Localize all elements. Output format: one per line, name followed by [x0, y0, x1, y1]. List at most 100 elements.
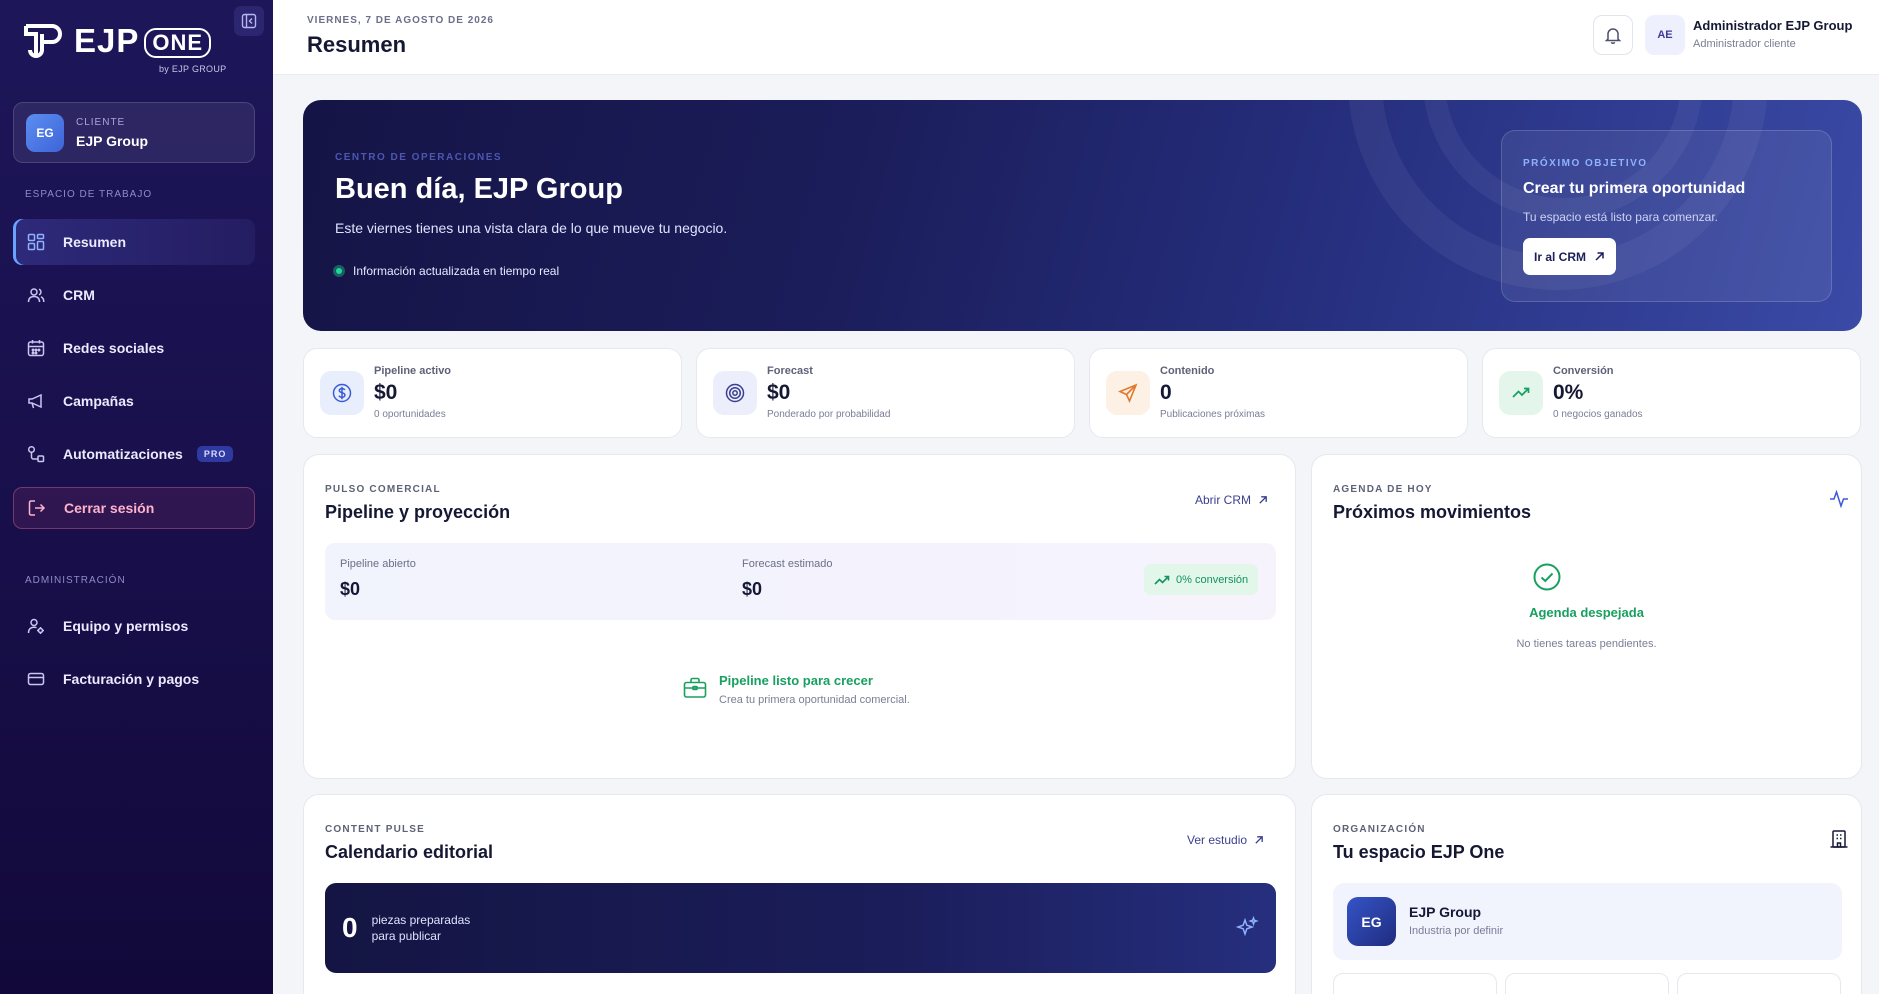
- brand-name: EJP ONE: [74, 22, 212, 60]
- pipeline-summary: Pipeline abierto $0 Forecast estimado $0…: [325, 543, 1276, 620]
- dollar-icon: [320, 371, 364, 415]
- page-title: Resumen: [307, 32, 407, 57]
- stat-label: Conversión: [1553, 365, 1614, 377]
- editorial-card: CONTENT PULSE Calendario editorial Ver e…: [303, 794, 1296, 994]
- organization-name: EJP Group: [1409, 904, 1482, 920]
- forecast-estimate-value: $0: [742, 579, 763, 599]
- user-name[interactable]: Administrador EJP Group: [1693, 18, 1852, 33]
- sidebar-item-resumen[interactable]: Resumen: [13, 219, 255, 265]
- target-icon: [713, 371, 757, 415]
- stat-card-contenido[interactable]: Contenido 0 Publicaciones próximas: [1089, 348, 1468, 438]
- next-objective-card: PRÓXIMO OBJETIVO Crear tu primera oportu…: [1501, 130, 1832, 302]
- organization-card: ORGANIZACIÓN Tu espacio EJP One EG EJP G…: [1311, 794, 1862, 994]
- pipeline-card: PULSO COMERCIAL Pipeline y proyección Ab…: [303, 454, 1296, 779]
- editorial-count: 0: [342, 912, 358, 943]
- collapse-sidebar-button[interactable]: [234, 6, 264, 36]
- organization-eyebrow: ORGANIZACIÓN: [1333, 824, 1426, 835]
- stat-value: 0: [1160, 381, 1172, 404]
- pipeline-empty-state: Pipeline listo para crecer Crea tu prime…: [683, 673, 910, 706]
- stat-card-forecast[interactable]: Forecast $0 Ponderado por probabilidad: [696, 348, 1075, 438]
- trending-up-icon: [1154, 575, 1170, 585]
- open-pipeline-label: Pipeline abierto: [340, 558, 416, 570]
- sidebar-item-campanas[interactable]: Campañas: [13, 378, 255, 424]
- organization-metric-card: [1333, 973, 1497, 994]
- sidebar-item-facturacion-pagos[interactable]: Facturación y pagos: [13, 656, 255, 702]
- stat-subtext: Ponderado por probabilidad: [767, 409, 891, 420]
- sidebar-item-crm[interactable]: CRM: [13, 272, 255, 318]
- sidebar-item-equipo-permisos[interactable]: Equipo y permisos: [13, 603, 255, 649]
- grid-icon: [26, 232, 46, 252]
- client-avatar: EG: [26, 113, 64, 152]
- view-studio-link[interactable]: Ver estudio: [1187, 833, 1264, 847]
- sidebar-item-label: Facturación y pagos: [63, 671, 200, 687]
- next-objective-eyebrow: PRÓXIMO OBJETIVO: [1523, 158, 1648, 169]
- next-objective-title: Crear tu primera oportunidad: [1523, 180, 1746, 197]
- editorial-eyebrow: CONTENT PULSE: [325, 824, 426, 835]
- stat-card-conversion[interactable]: Conversión 0% 0 negocios ganados: [1482, 348, 1861, 438]
- pipeline-empty-subtitle: Crea tu primera oportunidad comercial.: [719, 694, 910, 706]
- editorial-count-label: piezas preparadas para publicar: [371, 913, 471, 943]
- open-crm-link[interactable]: Abrir CRM: [1195, 493, 1268, 507]
- agenda-empty-subtitle: No tienes tareas pendientes.: [1516, 638, 1657, 650]
- brand-logo[interactable]: EJP ONE: [22, 20, 212, 62]
- hero-banner: CENTRO DE OPERACIONES Buen día, EJP Grou…: [303, 100, 1862, 331]
- pro-badge: PRO: [196, 446, 234, 462]
- ejp-logo-icon: [24, 24, 62, 58]
- agenda-card: AGENDA DE HOY Próximos movimientos Agend…: [1311, 454, 1862, 779]
- top-bar: VIERNES, 7 DE AGOSTO DE 2026 Resumen AE …: [273, 0, 1879, 75]
- client-label: CLIENTE: [76, 116, 126, 128]
- organization-summary[interactable]: EG EJP Group Industria por definir: [1333, 883, 1842, 960]
- go-to-crm-button[interactable]: Ir al CRM: [1523, 238, 1617, 275]
- logout-button[interactable]: Cerrar sesión: [13, 487, 255, 529]
- sidebar-item-label: Redes sociales: [63, 340, 165, 356]
- sidebar-item-label: Resumen: [63, 234, 127, 250]
- arrow-up-right-icon: [1595, 252, 1604, 261]
- organization-metric-card: [1677, 973, 1841, 994]
- current-date: VIERNES, 7 DE AGOSTO DE 2026: [307, 15, 494, 26]
- sidebar-item-label: Equipo y permisos: [63, 618, 189, 634]
- editorial-summary: 0 piezas preparadas para publicar: [325, 883, 1276, 973]
- stat-card-pipeline[interactable]: Pipeline activo $0 0 oportunidades: [303, 348, 682, 438]
- send-icon: [1106, 371, 1150, 415]
- hero-eyebrow: CENTRO DE OPERACIONES: [335, 152, 503, 163]
- user-avatar[interactable]: AE: [1645, 15, 1685, 55]
- briefcase-icon: [683, 677, 707, 698]
- calendar-icon: [26, 338, 46, 358]
- bell-icon: [1604, 28, 1622, 44]
- sidebar-item-label: Automatizaciones: [63, 446, 183, 462]
- live-status: Información actualizada en tiempo real: [333, 264, 559, 278]
- users-icon: [26, 285, 46, 305]
- stat-subtext: 0 oportunidades: [374, 409, 446, 420]
- go-to-crm-label: Ir al CRM: [1534, 249, 1587, 264]
- client-switcher[interactable]: EG CLIENTE EJP Group: [13, 102, 255, 163]
- logout-label: Cerrar sesión: [64, 500, 155, 516]
- sidebar-item-redes-sociales[interactable]: Redes sociales: [13, 325, 255, 371]
- stat-label: Forecast: [767, 365, 813, 377]
- organization-metric-card: [1505, 973, 1669, 994]
- workspace-section-label: ESPACIO DE TRABAJO: [25, 189, 153, 200]
- check-circle-icon: [1533, 563, 1561, 591]
- stat-value: $0: [767, 381, 791, 404]
- organization-industry: Industria por definir: [1409, 925, 1504, 937]
- building-icon: [1830, 830, 1848, 848]
- sparkles-icon: [1235, 916, 1259, 937]
- view-studio-label: Ver estudio: [1187, 833, 1248, 847]
- client-name: EJP Group: [76, 132, 149, 149]
- agenda-eyebrow: AGENDA DE HOY: [1333, 484, 1433, 495]
- user-cog-icon: [26, 616, 46, 636]
- pipeline-empty-title: Pipeline listo para crecer: [719, 673, 873, 688]
- agenda-empty-title: Agenda despejada: [1529, 605, 1644, 620]
- stat-label: Contenido: [1160, 365, 1215, 377]
- user-role: Administrador cliente: [1693, 38, 1796, 50]
- live-status-text: Información actualizada en tiempo real: [353, 264, 560, 278]
- pipeline-title: Pipeline y proyección: [325, 502, 511, 522]
- sidebar-collapse-icon: [241, 13, 257, 29]
- organization-title: Tu espacio EJP One: [1333, 842, 1505, 862]
- next-objective-subtitle: Tu espacio está listo para comenzar.: [1523, 210, 1718, 224]
- sidebar-item-label: CRM: [63, 287, 95, 303]
- sidebar-item-automatizaciones[interactable]: Automatizaciones PRO: [13, 431, 255, 477]
- credit-card-icon: [26, 669, 46, 689]
- conversion-badge-text: 0% conversión: [1176, 573, 1249, 586]
- pipeline-eyebrow: PULSO COMERCIAL: [325, 484, 441, 495]
- notifications-button[interactable]: [1593, 15, 1633, 55]
